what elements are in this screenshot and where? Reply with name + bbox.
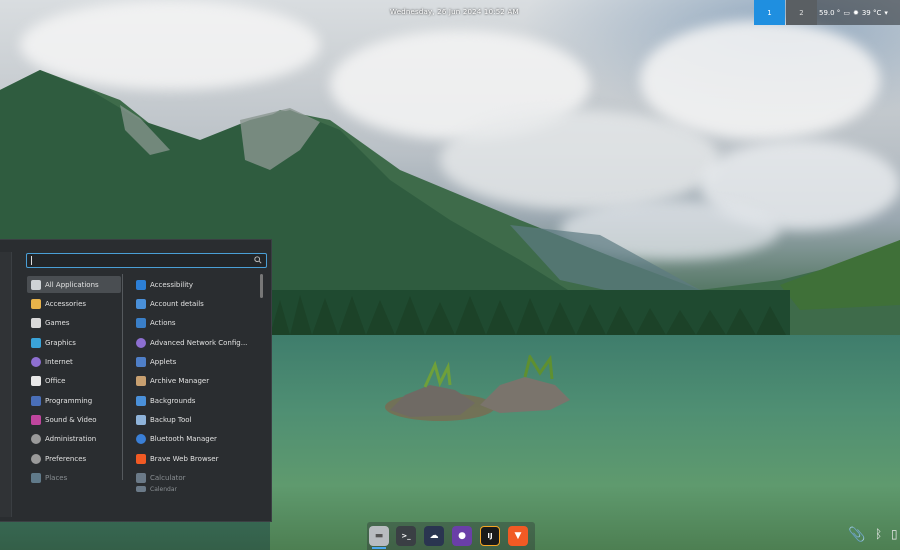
category-administration[interactable]: Administration [27,430,121,447]
places-icon [31,472,41,483]
brave-dock-icon[interactable]: ▼ [508,526,528,546]
app-account-details[interactable]: Account details [136,295,256,312]
bluetooth-tray-icon[interactable]: ᛒ [875,527,882,541]
menu-divider [122,274,123,480]
app-backgrounds[interactable]: Backgrounds [136,392,256,409]
backup-icon [136,414,146,425]
accessibility-icon [136,279,146,290]
category-sound-video[interactable]: Sound & Video [27,411,121,428]
app-backup-tool[interactable]: Backup Tool [136,411,256,428]
github-icon[interactable]: ● [452,526,472,546]
panel-clock[interactable]: Wednesday, 26 Jun 2024 10:52 AM [390,8,519,16]
graphics-icon [31,337,41,348]
account-icon [136,298,146,309]
dock: ▬ >_ ☁ ● IJ ▼ [367,522,535,550]
programming-icon [31,395,41,406]
battery-icon[interactable]: ▯ [891,527,898,541]
app-calculator[interactable]: Calculator [136,469,256,486]
category-office[interactable]: Office [27,372,121,389]
actions-icon [136,317,146,328]
text-caret [31,256,32,265]
archive-icon [136,375,146,386]
search-icon[interactable] [254,256,262,264]
app-bluetooth-manager[interactable]: Bluetooth Manager [136,430,256,447]
chat-icon[interactable]: ☁ [424,526,444,546]
system-tray: 59.0 ° ▭ ✹ 39 °C ▾ [817,0,900,25]
favorites-strip [0,252,12,517]
preferences-icon [31,453,41,464]
category-programming[interactable]: Programming [27,392,121,409]
terminal-icon[interactable]: >_ [396,526,416,546]
category-internet[interactable]: Internet [27,353,121,370]
sound-video-icon [31,414,41,425]
network-icon [136,337,146,348]
app-actions[interactable]: Actions [136,314,256,331]
category-accessories[interactable]: Accessories [27,295,121,312]
grid-icon [31,279,41,290]
administration-icon [31,433,41,444]
weather-label[interactable]: 59.0 ° [819,9,840,17]
application-menu: All Applications Accessories Games Graph… [0,239,272,522]
brave-icon [136,453,146,464]
category-graphics[interactable]: Graphics [27,334,121,351]
calendar-icon [136,486,146,492]
games-icon [31,317,41,328]
app-accessibility[interactable]: Accessibility [136,276,256,293]
calculator-icon [136,472,146,483]
category-games[interactable]: Games [27,314,121,331]
backgrounds-icon [136,395,146,406]
workspace-2-button[interactable]: 2 [786,0,817,25]
paperclip-icon[interactable]: 📎 [848,527,865,543]
category-all-applications[interactable]: All Applications [27,276,121,293]
app-advanced-network-config[interactable]: Advanced Network Config... [136,334,256,351]
internet-icon [31,356,41,367]
category-places[interactable]: Places [27,469,121,486]
chevron-down-icon[interactable]: ▾ [884,9,888,17]
app-brave-web-browser[interactable]: Brave Web Browser [136,450,256,467]
cpu-icon[interactable]: ✹ [853,9,859,17]
bluetooth-icon [136,433,146,444]
app-applets[interactable]: Applets [136,353,256,370]
applets-icon [136,356,146,367]
menu-scrollbar[interactable] [260,274,263,298]
drive-icon[interactable]: ▭ [843,9,850,17]
category-preferences[interactable]: Preferences [27,450,121,467]
running-indicator [372,547,386,549]
workspace-1-button[interactable]: 1 [754,0,785,25]
app-calendar[interactable]: Calendar [136,486,256,494]
lake [270,335,900,550]
office-icon [31,375,41,386]
search-input[interactable] [26,253,267,268]
rocks-island [385,355,570,421]
cpu-temp-label[interactable]: 39 °C [862,9,882,17]
files-icon[interactable]: ▬ [369,526,389,546]
accessories-icon [31,298,41,309]
app-archive-manager[interactable]: Archive Manager [136,372,256,389]
intellij-icon[interactable]: IJ [480,526,500,546]
